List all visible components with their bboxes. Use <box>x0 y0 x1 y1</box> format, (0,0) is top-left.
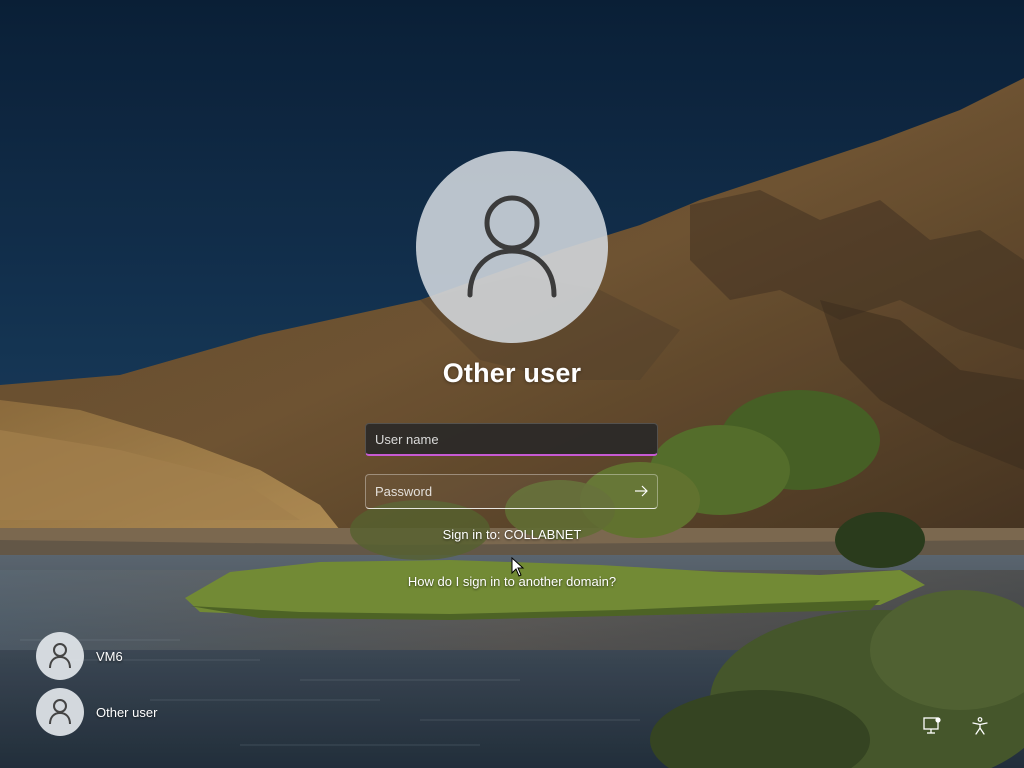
password-input[interactable] <box>365 474 658 509</box>
lock-screen: Other user Sign in to: COLLABNET How do … <box>0 0 1024 768</box>
selected-user-title: Other user <box>442 358 582 388</box>
password-field-container <box>365 474 658 509</box>
accessibility-icon <box>972 717 988 735</box>
user-list-item-other-user[interactable]: Other user <box>36 688 157 736</box>
user-list-item-vm6[interactable]: VM6 <box>36 632 123 680</box>
person-icon <box>49 699 71 725</box>
user-list-label: Other user <box>96 704 158 720</box>
accessibility-button[interactable] <box>968 714 992 738</box>
user-avatar-small <box>36 688 84 736</box>
person-icon <box>467 195 557 298</box>
user-avatar-large <box>416 151 608 343</box>
username-input[interactable] <box>365 423 658 456</box>
arrow-right-icon <box>635 485 648 497</box>
sign-in-domain-text: Sign in to: COLLABNET <box>442 527 582 542</box>
network-button[interactable] <box>920 714 944 738</box>
network-icon <box>923 717 941 734</box>
person-icon <box>49 643 71 669</box>
submit-arrow-button[interactable] <box>630 480 652 502</box>
user-avatar-small <box>36 632 84 680</box>
user-list-label: VM6 <box>96 648 123 664</box>
mouse-cursor-icon <box>511 557 525 577</box>
